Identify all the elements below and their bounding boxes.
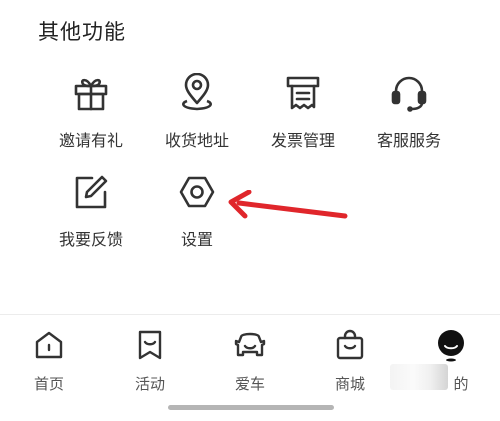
shopping-bag-icon xyxy=(332,327,368,363)
tab-activity[interactable]: 活动 xyxy=(105,327,195,394)
tab-home-label: 首页 xyxy=(33,376,64,393)
invite-gift-item[interactable]: 邀请有礼 xyxy=(41,73,141,151)
bookmark-flag-icon xyxy=(132,327,168,363)
home-icon xyxy=(31,327,67,363)
invoice-management-item[interactable]: 发票管理 xyxy=(253,73,353,151)
tab-mine-label: 的 xyxy=(453,376,469,393)
tab-mall-label: 商城 xyxy=(334,376,365,393)
tab-activity-label: 活动 xyxy=(134,376,165,393)
avatar-icon xyxy=(433,327,469,363)
settings-item[interactable]: 设置 xyxy=(147,172,247,250)
customer-service-item[interactable]: 客服服务 xyxy=(359,73,459,151)
location-pin-icon xyxy=(177,73,217,113)
section-title: 其他功能 xyxy=(38,21,126,44)
tab-mall[interactable]: 商城 xyxy=(305,327,395,394)
tab-car-label: 爱车 xyxy=(234,376,265,393)
shipping-address-label: 收货地址 xyxy=(164,133,229,150)
home-indicator[interactable] xyxy=(168,405,334,410)
tab-home[interactable]: 首页 xyxy=(4,327,94,394)
invoice-management-label: 发票管理 xyxy=(270,133,335,150)
feedback-edit-icon xyxy=(71,172,111,212)
tab-car[interactable]: 爱车 xyxy=(205,327,295,394)
feedback-item[interactable]: 我要反馈 xyxy=(41,172,141,250)
redaction-blur xyxy=(390,364,448,390)
profile-page: 其他功能 邀请有礼 收货地址 发票管理 客服服务 我要反馈 设置 首页 活动 爱… xyxy=(0,0,500,421)
car-icon xyxy=(232,327,268,363)
settings-hexagon-icon xyxy=(177,172,217,212)
shipping-address-item[interactable]: 收货地址 xyxy=(147,73,247,151)
customer-service-label: 客服服务 xyxy=(376,133,441,150)
invite-gift-label: 邀请有礼 xyxy=(58,133,123,150)
feedback-label: 我要反馈 xyxy=(58,232,123,249)
gift-icon xyxy=(71,73,111,113)
invoice-icon xyxy=(283,73,323,113)
headset-icon xyxy=(389,73,429,113)
settings-label: 设置 xyxy=(180,232,213,249)
